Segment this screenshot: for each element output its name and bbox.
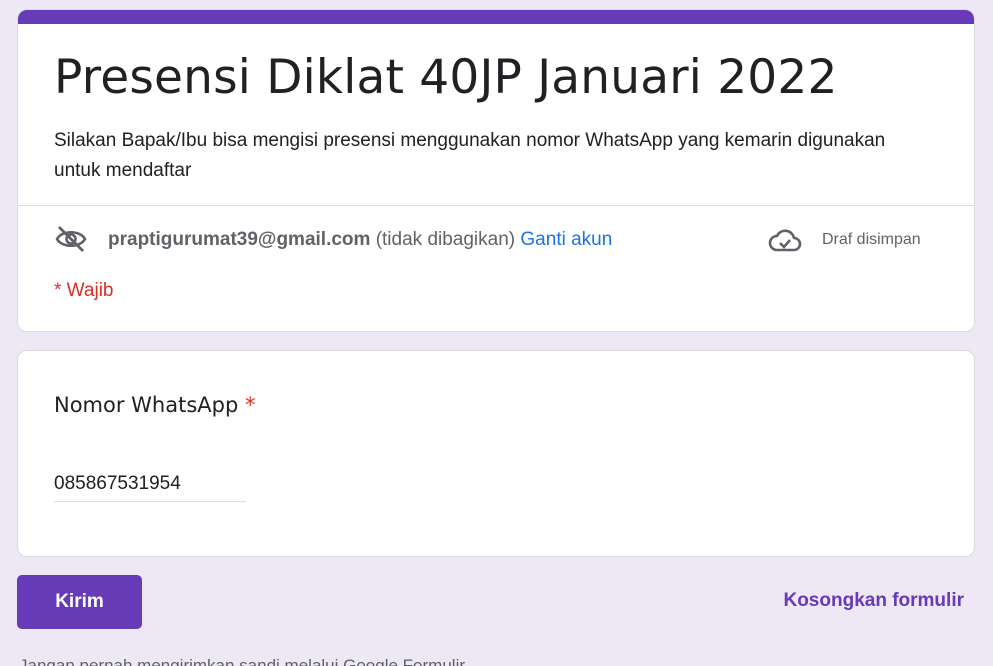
question-label: Nomor WhatsApp * [54,393,256,417]
cloud-check-icon [768,229,802,252]
form-accent-bar [18,10,974,24]
eye-off-icon [55,226,87,252]
question-label-text: Nomor WhatsApp [54,393,239,417]
account-row: praptigurumat39@gmail.com (tidak dibagik… [54,223,938,257]
draft-status: Draf disimpan [822,231,921,248]
form-title: Presensi Diklat 40JP Januari 2022 [54,50,838,105]
required-mark: * [245,393,256,417]
submit-button[interactable]: Kirim [17,575,142,629]
password-warning: Jangan pernah mengirimkan sandi melalui … [19,656,469,666]
account-not-shared: (tidak dibagikan) [375,229,516,250]
form-description: Silakan Bapak/Ibu bisa mengisi presensi … [54,130,886,181]
account-info: praptigurumat39@gmail.com (tidak dibagik… [108,229,612,251]
question-card: Nomor WhatsApp * [17,350,975,557]
required-note: * Wajib [54,280,114,301]
whatsapp-number-input[interactable] [54,473,246,502]
clear-form-button[interactable]: Kosongkan formulir [783,590,964,612]
switch-account-link[interactable]: Ganti akun [520,229,612,250]
form-header-card: Presensi Diklat 40JP Januari 2022 Silaka… [17,9,975,332]
header-divider [18,205,974,206]
form-page: Presensi Diklat 40JP Januari 2022 Silaka… [0,0,993,666]
account-email: praptigurumat39@gmail.com [108,229,371,250]
